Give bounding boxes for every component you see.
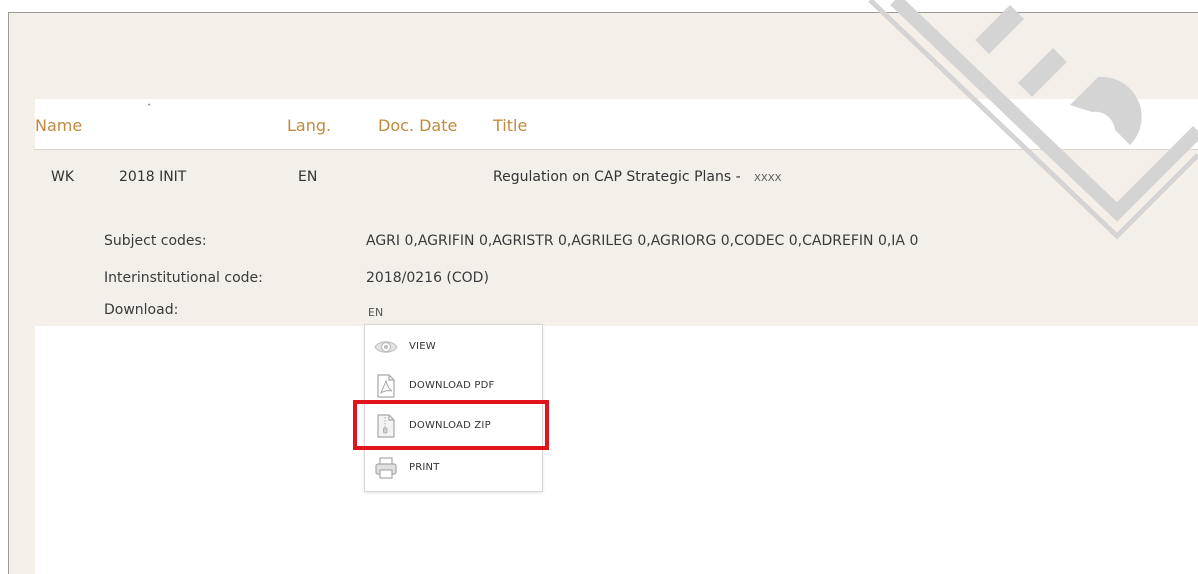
- column-header-doc-date[interactable]: Doc. Date: [378, 116, 457, 135]
- menu-item-print[interactable]: PRINT: [365, 451, 542, 485]
- menu-item-download-pdf[interactable]: DOWNLOAD PDF: [365, 369, 542, 403]
- interinstitutional-code-label: Interinstitutional code:: [104, 270, 263, 286]
- column-header-name[interactable]: Name: [35, 116, 82, 135]
- menu-item-view-label: VIEW: [409, 341, 436, 352]
- printer-icon: [375, 457, 397, 479]
- table-header: [35, 99, 1198, 150]
- document-number[interactable]: 2018 INIT: [119, 169, 186, 185]
- document-prefix: WK: [51, 169, 75, 185]
- interinstitutional-code-value: 2018/0216 (COD): [366, 270, 489, 286]
- pdf-file-icon: [377, 374, 395, 398]
- download-language-link[interactable]: EN: [368, 306, 383, 319]
- top-band: [9, 13, 1198, 99]
- menu-item-view[interactable]: VIEW: [365, 330, 542, 364]
- document-title[interactable]: Regulation on CAP Strategic Plans - XXXX: [493, 169, 781, 185]
- column-header-lang[interactable]: Lang.: [287, 116, 331, 135]
- column-header-title[interactable]: Title: [493, 116, 527, 135]
- left-strip: [9, 99, 35, 574]
- sort-ascending-icon[interactable]: ˆ: [147, 104, 152, 114]
- subject-codes-value: AGRI 0,AGRIFIN 0,AGRISTR 0,AGRILEG 0,AGR…: [366, 233, 919, 249]
- menu-item-print-label: PRINT: [409, 462, 440, 473]
- document-language: EN: [298, 169, 318, 185]
- menu-item-download-pdf-label: DOWNLOAD PDF: [409, 380, 495, 391]
- download-zip-highlight-box: [353, 400, 549, 450]
- document-title-suffix: XXXX: [754, 173, 782, 184]
- download-label: Download:: [104, 302, 179, 318]
- subject-codes-label: Subject codes:: [104, 233, 207, 249]
- eye-icon: [374, 341, 398, 353]
- document-title-text: Regulation on CAP Strategic Plans -: [493, 169, 741, 185]
